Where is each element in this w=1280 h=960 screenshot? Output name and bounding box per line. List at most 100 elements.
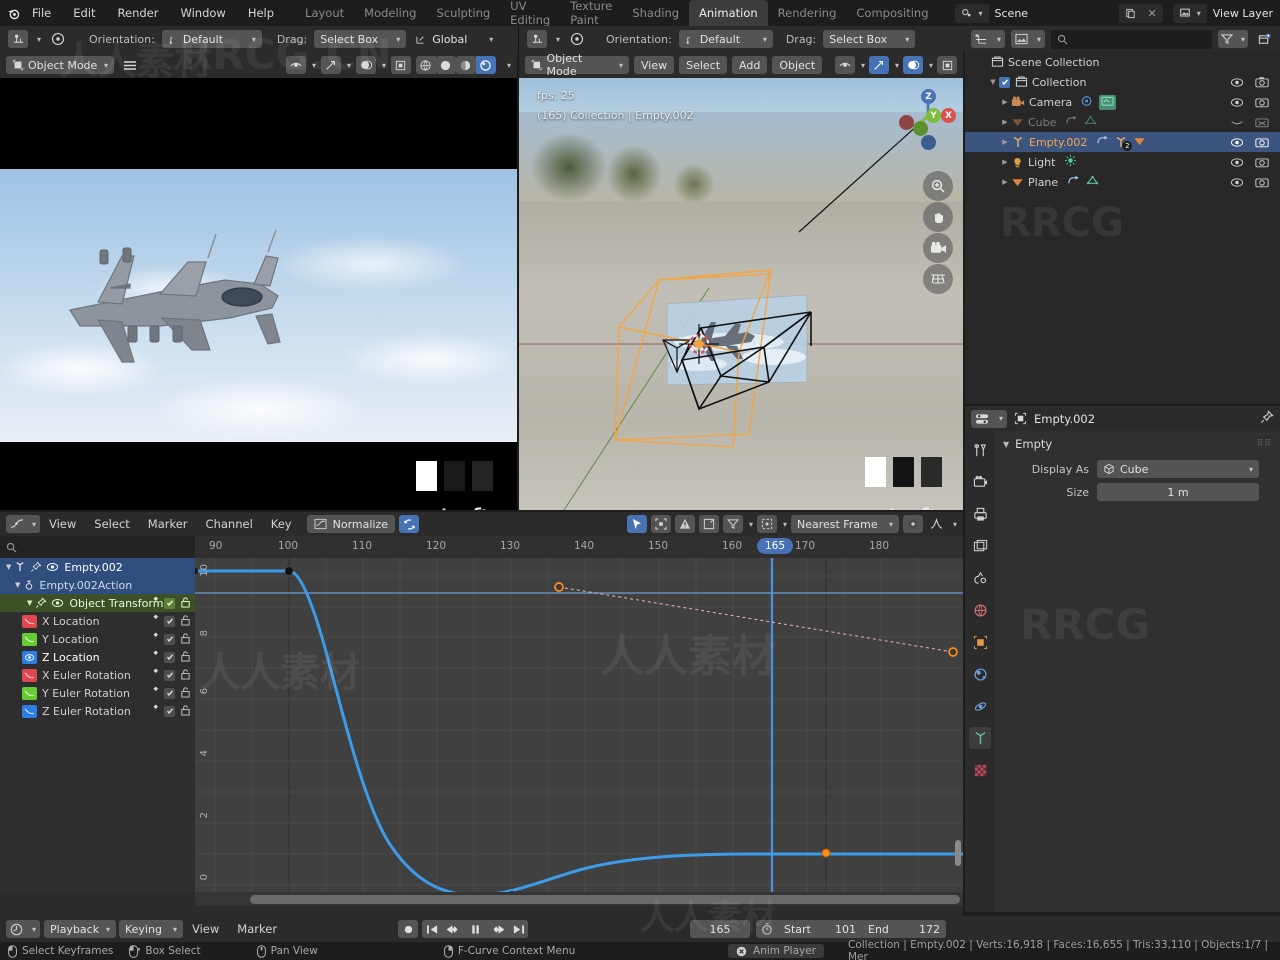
eye-icon[interactable] (1230, 97, 1244, 108)
shading-solid-icon[interactable] (435, 56, 456, 74)
channel-row-z-euler-rotation[interactable]: Z Euler Rotation (0, 702, 195, 720)
camera-render-icon[interactable] (1255, 156, 1269, 168)
graph-editor-icon[interactable]: ▾ (6, 515, 40, 533)
scene-new-button[interactable] (1118, 3, 1142, 23)
camera-render-icon[interactable] (1255, 76, 1269, 88)
refresh-icon[interactable] (399, 515, 420, 533)
object-data-icon[interactable] (969, 727, 991, 749)
overlays-icon-vp[interactable] (902, 56, 923, 74)
eye-icon[interactable] (1230, 77, 1244, 88)
current-frame-indicator[interactable]: 165 (757, 538, 794, 554)
camera-disabled-icon[interactable] (1255, 116, 1269, 128)
gizmo-x-axis[interactable]: X (941, 108, 956, 123)
lock-icon[interactable] (180, 632, 191, 647)
object-icon[interactable] (969, 631, 991, 653)
tab-uv-editing[interactable]: UV Editing (500, 0, 560, 27)
x-circle-icon[interactable] (736, 946, 747, 957)
mute-checkbox[interactable] (164, 669, 175, 681)
graph-menu-key[interactable]: Key (262, 517, 301, 531)
viewport-menu-object[interactable]: Object (772, 56, 823, 74)
texture-icon[interactable] (969, 759, 991, 781)
pause-icon[interactable] (462, 920, 488, 938)
chevron-right-icon[interactable]: ▶ (999, 178, 1011, 186)
view-layer-icon[interactable] (969, 535, 991, 557)
pin-icon[interactable] (1260, 410, 1274, 427)
output-icon[interactable] (969, 503, 991, 525)
render-icon[interactable] (969, 471, 991, 493)
xray-icon[interactable] (390, 56, 411, 74)
gizmo-neg-x-axis[interactable] (899, 115, 914, 130)
pin-icon[interactable] (30, 561, 42, 573)
world-icon[interactable] (969, 599, 991, 621)
graph-editor[interactable]: ▾ View Select Marker Channel Key Normali… (0, 512, 963, 916)
size-slider[interactable]: 1 m (1097, 483, 1259, 501)
box-select-icon[interactable] (650, 515, 671, 533)
chevron-down-icon[interactable]: ▼ (27, 599, 32, 607)
view-layer-icon[interactable]: ▾ (1172, 3, 1207, 23)
snap-icon-vp[interactable] (527, 30, 547, 48)
camera-render-icon[interactable] (1255, 136, 1269, 148)
scene-icon[interactable] (969, 567, 991, 589)
viewport-menu-view[interactable]: View (634, 56, 675, 74)
gizmo-icon[interactable] (320, 56, 341, 74)
image-id-icon[interactable]: ▾ (1011, 30, 1045, 48)
collection-checkbox[interactable] (999, 76, 1010, 88)
chevron-right-icon[interactable]: ▶ (999, 158, 1011, 166)
menu-window[interactable]: Window (169, 3, 236, 23)
lock-icon[interactable] (180, 686, 191, 701)
mute-checkbox[interactable] (164, 705, 175, 717)
outliner-editor[interactable]: ▾ ▾ ▾ Scene Collection ▼ Collection ▶ Ca… (965, 26, 1280, 404)
chevron-down-icon[interactable]: ▼ (15, 581, 20, 589)
fcurve-canvas[interactable]: 10 8 6 4 2 0 ▶ Move (195, 558, 963, 892)
outliner-row-cube[interactable]: ▶ Cube (965, 112, 1280, 132)
camera-render-icon[interactable] (1255, 176, 1269, 188)
pivot-point-icon[interactable] (756, 515, 777, 533)
scene-icon[interactable]: ▾ (954, 3, 989, 23)
graph-menu-view[interactable]: View (40, 517, 85, 531)
outliner-row-collection[interactable]: ▼ Collection (965, 72, 1280, 92)
mute-checkbox[interactable] (164, 687, 175, 699)
ghost-curves-icon[interactable] (698, 515, 719, 533)
modifier-icon[interactable] (147, 704, 159, 718)
properties-editor-icon[interactable]: ▾ (971, 409, 1007, 428)
shading-material-icon[interactable] (455, 56, 476, 74)
camera-render-icon[interactable] (1255, 96, 1269, 108)
clock-icon[interactable] (756, 920, 778, 938)
modifier-icon[interactable] (147, 686, 159, 700)
menu-edit[interactable]: Edit (62, 3, 106, 23)
tab-sculpting[interactable]: Sculpting (426, 0, 500, 26)
only-selected-icon[interactable] (674, 515, 695, 533)
chevron-right-icon[interactable]: ▶ (999, 118, 1011, 126)
shading-wireframe-icon[interactable] (415, 56, 436, 74)
normalize-toggle[interactable]: Normalize (306, 515, 396, 533)
next-keyframe-icon[interactable] (488, 920, 508, 938)
physics-icon[interactable] (969, 695, 991, 717)
grip-dots-icon[interactable]: ⠿⠿ (1257, 439, 1272, 449)
end-frame-field[interactable]: End 172 (862, 920, 946, 938)
mesh-child-icon[interactable] (1133, 135, 1146, 150)
menu-help[interactable]: Help (237, 3, 285, 23)
timeline-menu-view[interactable]: View (183, 922, 228, 936)
modifier-icon[interactable] (147, 650, 159, 664)
pivot-icon-vp[interactable] (567, 30, 587, 48)
channel-list[interactable]: ▼ Empty.002 ▼ Empty.002Action ▼ Object T… (0, 558, 195, 892)
outliner-search-input[interactable] (1051, 29, 1212, 49)
snap-dropdown[interactable]: Nearest Frame ▾ (790, 515, 899, 533)
overlays-icon[interactable] (355, 56, 376, 74)
playback-dropdown[interactable]: Playback ▾ (44, 920, 116, 938)
anim-player-badge[interactable]: Anim Player (728, 944, 824, 958)
channel-row-y-euler-rotation[interactable]: Y Euler Rotation (0, 684, 195, 702)
animation-icon[interactable] (1096, 135, 1109, 150)
pin-icon[interactable] (35, 597, 47, 609)
properties-editor[interactable]: ▾ Empty.002 ▼ Empty ⠿⠿ Display As Cube ▾… (965, 406, 1280, 912)
modifier-icon[interactable] (1067, 175, 1080, 190)
lock-icon[interactable] (180, 704, 191, 719)
eye-icon[interactable] (46, 562, 59, 572)
empty-panel-header[interactable]: ▼ Empty ⠿⠿ (1003, 437, 1272, 451)
timeline-icon[interactable]: ▾ (6, 920, 40, 938)
mute-checkbox[interactable] (164, 651, 175, 663)
eye-icon[interactable] (1230, 137, 1244, 148)
graph-menu-select[interactable]: Select (85, 517, 138, 531)
gizmo-neg-y-axis[interactable] (913, 121, 928, 136)
zoom-icon[interactable] (923, 171, 953, 201)
